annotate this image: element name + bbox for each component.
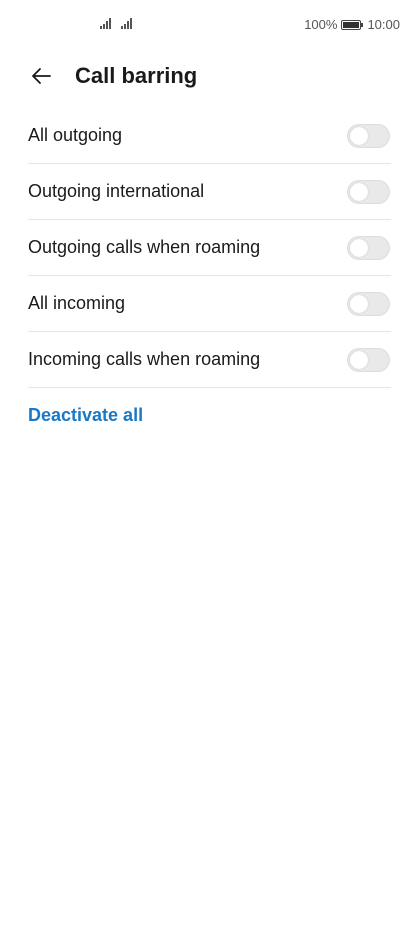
option-label: Outgoing calls when roaming [28, 237, 261, 257]
toggle-switch[interactable] [347, 347, 390, 372]
option-label: Incoming calls when roaming [28, 349, 261, 369]
toggle-knob [350, 238, 368, 257]
toggle-knob [350, 350, 368, 369]
option-all-incoming[interactable]: All incoming [28, 276, 391, 332]
signal-strength-icon [100, 17, 111, 29]
toggle-switch[interactable] [347, 179, 390, 204]
clock-time: 10:00 [367, 17, 400, 32]
option-label: Outgoing international [28, 181, 205, 201]
battery-icon [341, 19, 364, 30]
option-label: All outgoing [28, 125, 123, 145]
toggle-knob [350, 182, 368, 201]
back-arrow-icon [32, 68, 51, 84]
option-incoming-roaming[interactable]: Incoming calls when roaming [28, 332, 391, 388]
signal-strength-icon [121, 17, 132, 29]
option-outgoing-international[interactable]: Outgoing international [28, 164, 391, 220]
option-outgoing-roaming[interactable]: Outgoing calls when roaming [28, 220, 391, 276]
app-header: Call barring [0, 55, 419, 95]
battery-percent: 100% [304, 17, 338, 32]
signal-indicators [100, 17, 132, 29]
toggle-switch[interactable] [347, 291, 390, 316]
status-bar: 100% 10:00 [0, 0, 419, 50]
status-right: 100% 10:00 [304, 17, 400, 32]
toggle-switch[interactable] [347, 235, 390, 260]
page-title: Call barring [75, 63, 198, 88]
toggle-knob [350, 126, 368, 145]
option-label: All incoming [28, 293, 126, 313]
toggle-knob [350, 294, 368, 313]
deactivate-all-button[interactable]: Deactivate all [28, 405, 143, 426]
option-all-outgoing[interactable]: All outgoing [28, 108, 391, 164]
back-button[interactable] [26, 61, 56, 91]
call-barring-options: All outgoing Outgoing international Outg… [28, 108, 391, 388]
toggle-switch[interactable] [347, 123, 390, 148]
